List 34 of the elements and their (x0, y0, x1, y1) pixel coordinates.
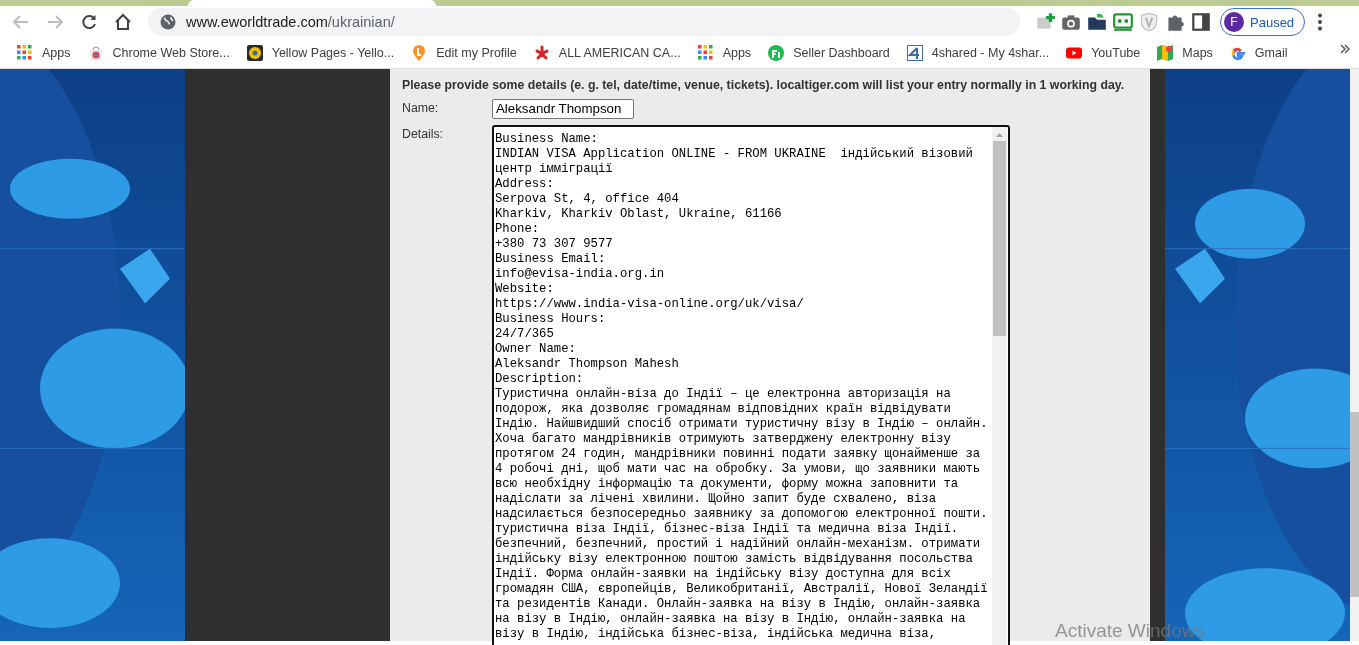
bookmark[interactable]: Apps (688, 40, 760, 66)
scrollbar[interactable] (992, 127, 1007, 645)
instructions-text: Please provide some details (e. g. tel, date/time, venue, tickets). localtiger.com will list your entry normally in 1 working day. (402, 78, 1126, 92)
bookmark[interactable]: Gmail (1220, 40, 1296, 66)
folder-icon[interactable] (1086, 11, 1108, 33)
side-panel-icon[interactable] (1190, 11, 1212, 33)
bookmark[interactable]: 4shared - My 4shar... (897, 40, 1058, 66)
apps-grid-icon (696, 44, 715, 62)
details-field[interactable]: Business Name: INDIAN VISA Application ONLINE - FROM UKRAINE індійський візовий центр імміграції Address: Serpova St, 4, office 404 Kharkiv, Kharkiv Oblast, Ukraine, 61166 Phone: +380 73 307 9577 Business Email: info@evisa-india.org.in Website: https://www.india-visa-online.org/uk/visa/ Business Hours: 24/7/365 Owner Name: Aleksandr Thompson Mahesh Description: Туристична онлайн-віза до Індії – це електронна авторизація на подорож, яка дозволяє громадянам відповідних країн відвідувати Індію. Найшвидший спосіб отримати туристичну візу в Індію – онлайн. Хоча багато мандрівників отримують затверджену електронну візу протягом 24 годин, мандрівники повинні подати заявку щонайменше за 4 робочі дні, щоб мати час на обробку. За умови, що заявники мають всю необхідну інформацію та документи, форму можна заповнити та надіслати за лічені хвилини. Щойно запит буде схвалено, віза надсилається безпосередньо заявнику за допомогою електронної пошти. туристична віза Індії, бізнес-віза Індії та медична віза Індії. безпечний, безпечний, простий і надійний онлайн-механізм. отримати індійську візу електронною поштою замість відвідування посольства Індії. Форма онлайн-заявки на індійську візу доступна для всіх громадян США, європейців, Великобританії, Австралії, Нової Зеландії та резидентів Канади. Онлайн-заявка на візу в Індію, онлайн-заявка на візу в Індію, онлайн-заявка на візу в Індію, онлайн-заявка на візу в Індію, індійська бізнес-віза, індійська медична віза, (492, 125, 1010, 645)
bookmark[interactable]: Apps (8, 40, 79, 66)
address-bar[interactable]: www.eworldtrade.com/ukrainian/ (148, 8, 1020, 36)
globe-icon (160, 14, 176, 30)
apps-grid-icon (16, 44, 34, 62)
name-field[interactable]: Aleksandr Thompson (492, 99, 634, 119)
field-label: Details: (402, 126, 444, 143)
map-icon (1156, 44, 1175, 62)
cassette-icon[interactable] (1112, 11, 1134, 33)
chevron-icon[interactable] (1339, 43, 1351, 55)
bookmark[interactable]: Edit my Profile (402, 40, 525, 66)
bookmark[interactable]: ALL AMERICAN CA... (524, 40, 689, 66)
page-scrollbar[interactable] (1350, 69, 1359, 641)
bookmark[interactable]: Maps (1148, 40, 1221, 66)
profile-button[interactable]: F Paused (1220, 8, 1306, 36)
profile-avatar: F (1224, 12, 1244, 32)
bookmark[interactable]: Chrome Web Store... (78, 40, 238, 66)
four-icon (905, 44, 924, 62)
field-label: Name: (402, 100, 440, 117)
home-icon[interactable] (114, 13, 132, 31)
leaf-circle-icon (767, 44, 786, 62)
bookmark[interactable]: YouTube (1057, 40, 1149, 66)
bookmark[interactable]: Yellow Pages - Yello... (237, 40, 403, 66)
gear-icon (245, 44, 264, 62)
reload-icon[interactable] (80, 13, 98, 31)
bookmark[interactable]: Seller Dashboard (759, 40, 898, 66)
